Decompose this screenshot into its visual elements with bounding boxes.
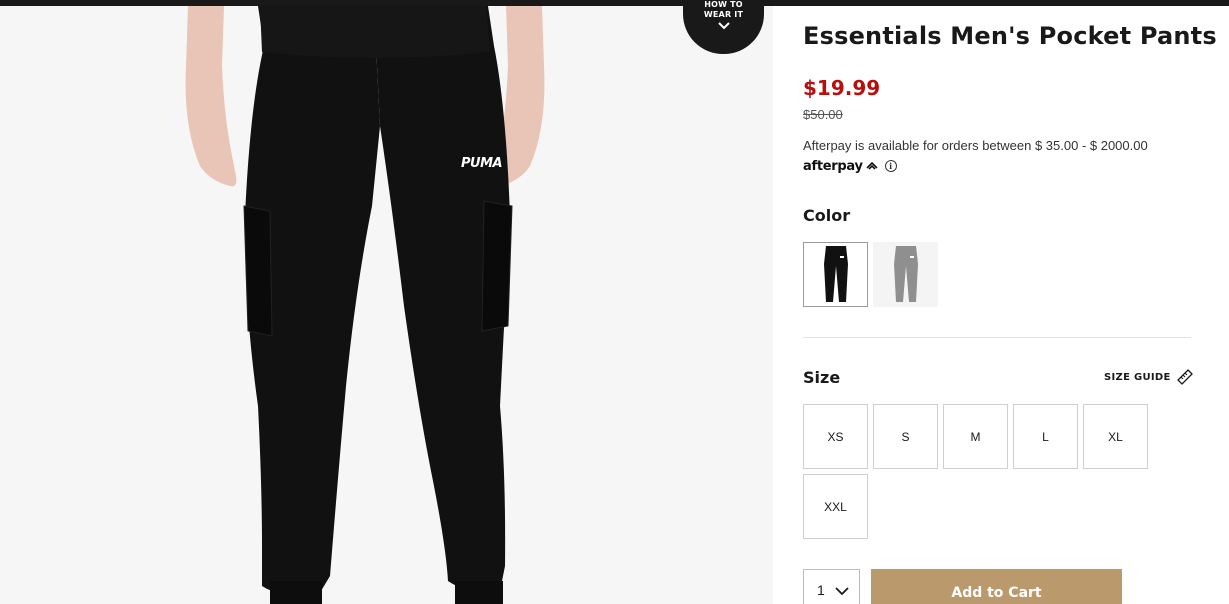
color-label: Color (803, 206, 851, 225)
product-title: Essentials Men's Pocket Pants (803, 22, 1217, 50)
afterpay-message: Afterpay is available for orders between… (803, 138, 1148, 153)
product-image[interactable]: PUMA (0, 6, 773, 604)
size-option-s[interactable]: S (873, 404, 938, 469)
quantity-value: 1 (817, 582, 825, 598)
afterpay-logo: afterpay (803, 158, 863, 174)
puma-logo: PUMA (461, 156, 503, 171)
black-pants-thumbnail (823, 245, 848, 302)
size-option-l[interactable]: L (1013, 404, 1078, 469)
chevron-down-icon (717, 22, 730, 30)
how-to-wear-it-label: HOW TO WEAR IT (703, 0, 744, 19)
size-option-xl[interactable]: XL (1083, 404, 1148, 469)
size-option-xxl[interactable]: XXL (803, 474, 868, 539)
color-swatch-black[interactable] (803, 242, 868, 307)
sale-price: $19.99 (803, 76, 881, 100)
pants-illustration (0, 6, 773, 604)
size-label: Size (803, 368, 841, 387)
quantity-select[interactable]: 1 (803, 569, 860, 604)
size-option-xs[interactable]: XS (803, 404, 868, 469)
color-swatch-grey[interactable] (873, 242, 938, 307)
info-icon[interactable]: i (884, 160, 897, 172)
add-to-cart-button[interactable]: Add to Cart (871, 569, 1122, 604)
section-divider (803, 337, 1191, 338)
size-guide-label: SIZE GUIDE (1104, 371, 1171, 383)
ruler-icon (1176, 369, 1193, 385)
afterpay-arrows-icon (866, 161, 878, 170)
original-price: $50.00 (803, 107, 843, 122)
afterpay-row: afterpay i (803, 157, 897, 175)
grey-pants-thumbnail (893, 245, 918, 302)
chevron-down-icon (835, 587, 849, 596)
size-guide-link[interactable]: SIZE GUIDE (1104, 369, 1193, 385)
size-option-m[interactable]: M (943, 404, 1008, 469)
